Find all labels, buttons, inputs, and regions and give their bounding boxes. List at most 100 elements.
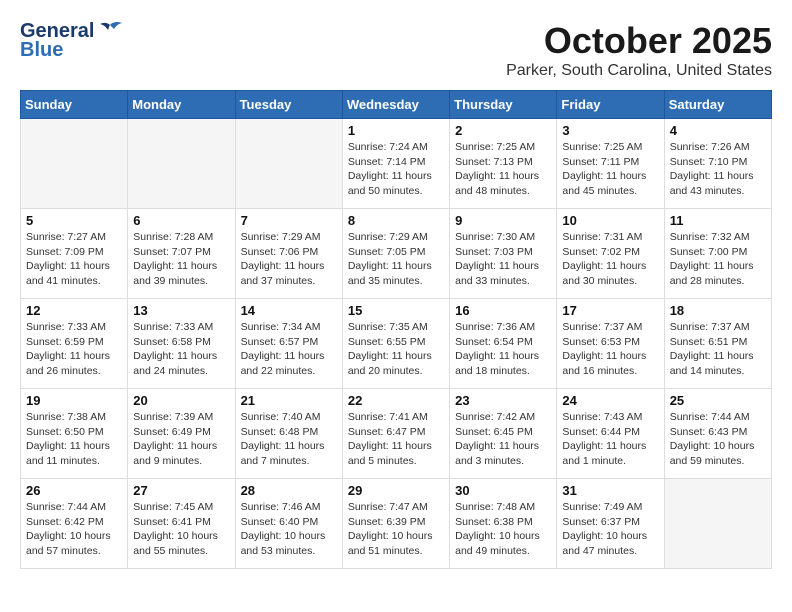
cell-w2-d3: 7 Sunrise: 7:29 AMSunset: 7:06 PMDaylight… bbox=[235, 209, 342, 299]
day-info: Sunrise: 7:41 AMSunset: 6:47 PMDaylight:… bbox=[348, 410, 444, 469]
day-number: 18 bbox=[670, 303, 766, 318]
day-number: 4 bbox=[670, 123, 766, 138]
cell-w4-d6: 24Sunrise: 7:43 AMSunset: 6:44 PMDayligh… bbox=[557, 389, 664, 479]
cell-w4-d4: 22 Sunrise: 7:41 AMSunset: 6:47 PMDayligh… bbox=[342, 389, 449, 479]
day-number: 22 bbox=[348, 393, 444, 408]
cell-w1-d4: 1 Sunrise: 7:24 AMSunset: 7:14 PMDaylight… bbox=[342, 119, 449, 209]
col-friday: Friday bbox=[557, 91, 664, 119]
day-info: Sunrise: 7:49 AMSunset: 6:37 PMDaylight:… bbox=[562, 500, 658, 559]
day-number: 14 bbox=[241, 303, 337, 318]
col-thursday: Thursday bbox=[450, 91, 557, 119]
calendar-header-row: Sunday Monday Tuesday Wednesday Thursday… bbox=[21, 91, 772, 119]
day-info: Sunrise: 7:44 AMSunset: 6:42 PMDaylight:… bbox=[26, 500, 122, 559]
day-number: 13 bbox=[133, 303, 229, 318]
day-info: Sunrise: 7:28 AMSunset: 7:07 PMDaylight:… bbox=[133, 230, 229, 289]
day-number: 3 bbox=[562, 123, 658, 138]
cell-w1-d7: 4 Sunrise: 7:26 AMSunset: 7:10 PMDaylight… bbox=[664, 119, 771, 209]
day-number: 9 bbox=[455, 213, 551, 228]
day-number: 2 bbox=[455, 123, 551, 138]
cell-w1-d6: 3 Sunrise: 7:25 AMSunset: 7:11 PMDaylight… bbox=[557, 119, 664, 209]
col-monday: Monday bbox=[128, 91, 235, 119]
day-number: 15 bbox=[348, 303, 444, 318]
cell-w2-d7: 11 Sunrise: 7:32 AMSunset: 7:00 PMDayligh… bbox=[664, 209, 771, 299]
day-info: Sunrise: 7:29 AMSunset: 7:06 PMDaylight:… bbox=[241, 230, 337, 289]
cell-w3-d3: 14 Sunrise: 7:34 AMSunset: 6:57 PMDayligh… bbox=[235, 299, 342, 389]
location: Parker, South Carolina, United States bbox=[506, 62, 772, 80]
day-number: 26 bbox=[26, 483, 122, 498]
day-info: Sunrise: 7:34 AMSunset: 6:57 PMDaylight:… bbox=[241, 320, 337, 379]
cell-w2-d2: 6 Sunrise: 7:28 AMSunset: 7:07 PMDaylight… bbox=[128, 209, 235, 299]
day-info: Sunrise: 7:38 AMSunset: 6:50 PMDaylight:… bbox=[26, 410, 122, 469]
page-header: General Blue October 2025 Parker, South … bbox=[20, 20, 772, 80]
cell-w3-d6: 17 Sunrise: 7:37 AMSunset: 6:53 PMDayligh… bbox=[557, 299, 664, 389]
day-number: 11 bbox=[670, 213, 766, 228]
cell-w1-d2 bbox=[128, 119, 235, 209]
cell-w5-d7 bbox=[664, 479, 771, 569]
day-info: Sunrise: 7:33 AMSunset: 6:58 PMDaylight:… bbox=[133, 320, 229, 379]
day-info: Sunrise: 7:35 AMSunset: 6:55 PMDaylight:… bbox=[348, 320, 444, 379]
logo-bird-icon bbox=[96, 21, 124, 43]
day-info: Sunrise: 7:46 AMSunset: 6:40 PMDaylight:… bbox=[241, 500, 337, 559]
day-number: 5 bbox=[26, 213, 122, 228]
cell-w4-d3: 21 Sunrise: 7:40 AMSunset: 6:48 PMDayligh… bbox=[235, 389, 342, 479]
day-info: Sunrise: 7:37 AMSunset: 6:53 PMDaylight:… bbox=[562, 320, 658, 379]
day-info: Sunrise: 7:42 AMSunset: 6:45 PMDaylight:… bbox=[455, 410, 551, 469]
day-number: 6 bbox=[133, 213, 229, 228]
day-number: 23 bbox=[455, 393, 551, 408]
day-info: Sunrise: 7:25 AMSunset: 7:13 PMDaylight:… bbox=[455, 140, 551, 199]
cell-w4-d7: 25 Sunrise: 7:44 AMSunset: 6:43 PMDayligh… bbox=[664, 389, 771, 479]
week-row-2: 5 Sunrise: 7:27 AMSunset: 7:09 PMDaylight… bbox=[21, 209, 772, 299]
day-info: Sunrise: 7:26 AMSunset: 7:10 PMDaylight:… bbox=[670, 140, 766, 199]
day-info: Sunrise: 7:31 AMSunset: 7:02 PMDaylight:… bbox=[562, 230, 658, 289]
cell-w3-d1: 12Sunrise: 7:33 AMSunset: 6:59 PMDayligh… bbox=[21, 299, 128, 389]
day-info: Sunrise: 7:45 AMSunset: 6:41 PMDaylight:… bbox=[133, 500, 229, 559]
day-number: 1 bbox=[348, 123, 444, 138]
day-number: 30 bbox=[455, 483, 551, 498]
cell-w1-d1 bbox=[21, 119, 128, 209]
day-info: Sunrise: 7:47 AMSunset: 6:39 PMDaylight:… bbox=[348, 500, 444, 559]
cell-w1-d5: 2 Sunrise: 7:25 AMSunset: 7:13 PMDaylight… bbox=[450, 119, 557, 209]
day-info: Sunrise: 7:29 AMSunset: 7:05 PMDaylight:… bbox=[348, 230, 444, 289]
cell-w5-d6: 31 Sunrise: 7:49 AMSunset: 6:37 PMDayligh… bbox=[557, 479, 664, 569]
col-tuesday: Tuesday bbox=[235, 91, 342, 119]
cell-w2-d4: 8 Sunrise: 7:29 AMSunset: 7:05 PMDaylight… bbox=[342, 209, 449, 299]
day-info: Sunrise: 7:40 AMSunset: 6:48 PMDaylight:… bbox=[241, 410, 337, 469]
day-info: Sunrise: 7:48 AMSunset: 6:38 PMDaylight:… bbox=[455, 500, 551, 559]
col-sunday: Sunday bbox=[21, 91, 128, 119]
day-number: 21 bbox=[241, 393, 337, 408]
day-number: 10 bbox=[562, 213, 658, 228]
day-number: 31 bbox=[562, 483, 658, 498]
day-info: Sunrise: 7:44 AMSunset: 6:43 PMDaylight:… bbox=[670, 410, 766, 469]
day-number: 25 bbox=[670, 393, 766, 408]
day-info: Sunrise: 7:36 AMSunset: 6:54 PMDaylight:… bbox=[455, 320, 551, 379]
col-wednesday: Wednesday bbox=[342, 91, 449, 119]
cell-w4-d2: 20 Sunrise: 7:39 AMSunset: 6:49 PMDayligh… bbox=[128, 389, 235, 479]
day-info: Sunrise: 7:43 AMSunset: 6:44 PMDaylight:… bbox=[562, 410, 658, 469]
day-info: Sunrise: 7:32 AMSunset: 7:00 PMDaylight:… bbox=[670, 230, 766, 289]
month-title: October 2025 bbox=[506, 20, 772, 62]
day-info: Sunrise: 7:25 AMSunset: 7:11 PMDaylight:… bbox=[562, 140, 658, 199]
cell-w5-d5: 30 Sunrise: 7:48 AMSunset: 6:38 PMDayligh… bbox=[450, 479, 557, 569]
cell-w3-d5: 16Sunrise: 7:36 AMSunset: 6:54 PMDayligh… bbox=[450, 299, 557, 389]
cell-w2-d1: 5 Sunrise: 7:27 AMSunset: 7:09 PMDaylight… bbox=[21, 209, 128, 299]
cell-w4-d5: 23 Sunrise: 7:42 AMSunset: 6:45 PMDayligh… bbox=[450, 389, 557, 479]
day-number: 8 bbox=[348, 213, 444, 228]
week-row-1: 1 Sunrise: 7:24 AMSunset: 7:14 PMDaylight… bbox=[21, 119, 772, 209]
day-number: 7 bbox=[241, 213, 337, 228]
cell-w3-d2: 13 Sunrise: 7:33 AMSunset: 6:58 PMDayligh… bbox=[128, 299, 235, 389]
cell-w5-d4: 29Sunrise: 7:47 AMSunset: 6:39 PMDayligh… bbox=[342, 479, 449, 569]
title-section: October 2025 Parker, South Carolina, Uni… bbox=[506, 20, 772, 80]
day-number: 17 bbox=[562, 303, 658, 318]
day-number: 19 bbox=[26, 393, 122, 408]
cell-w3-d7: 18Sunrise: 7:37 AMSunset: 6:51 PMDayligh… bbox=[664, 299, 771, 389]
day-info: Sunrise: 7:39 AMSunset: 6:49 PMDaylight:… bbox=[133, 410, 229, 469]
calendar-table: Sunday Monday Tuesday Wednesday Thursday… bbox=[20, 90, 772, 569]
day-info: Sunrise: 7:27 AMSunset: 7:09 PMDaylight:… bbox=[26, 230, 122, 289]
day-info: Sunrise: 7:33 AMSunset: 6:59 PMDaylight:… bbox=[26, 320, 122, 379]
cell-w1-d3 bbox=[235, 119, 342, 209]
day-number: 20 bbox=[133, 393, 229, 408]
week-row-4: 19 Sunrise: 7:38 AMSunset: 6:50 PMDayligh… bbox=[21, 389, 772, 479]
cell-w5-d3: 28Sunrise: 7:46 AMSunset: 6:40 PMDayligh… bbox=[235, 479, 342, 569]
cell-w2-d5: 9Sunrise: 7:30 AMSunset: 7:03 PMDaylight… bbox=[450, 209, 557, 299]
day-info: Sunrise: 7:24 AMSunset: 7:14 PMDaylight:… bbox=[348, 140, 444, 199]
